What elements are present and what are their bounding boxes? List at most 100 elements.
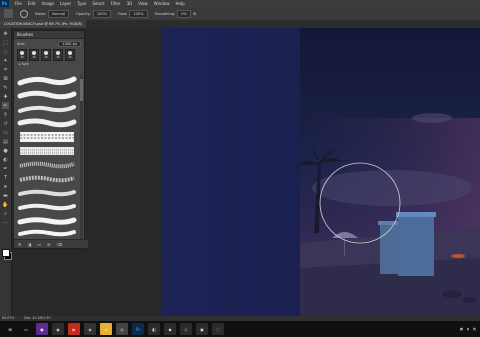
brush-tool-icon[interactable] <box>4 9 13 18</box>
app-icon-4[interactable]: ◈ <box>84 323 96 335</box>
trash-icon[interactable]: ⌫ <box>57 242 63 247</box>
scrollbar-thumb[interactable] <box>80 79 83 101</box>
recent-brush-2[interactable]: 30 <box>29 48 39 61</box>
dodge-icon[interactable]: ◐ <box>2 156 9 163</box>
recent-brush-1[interactable]: 30 <box>17 48 27 61</box>
quick-select-icon[interactable]: ✦ <box>2 57 9 64</box>
menu-select[interactable]: Select <box>92 1 104 6</box>
brush-item[interactable] <box>17 201 77 213</box>
smoothing-label: Smoothing: <box>154 11 176 16</box>
mode-label: Mode: <box>35 11 47 16</box>
menu-file[interactable]: File <box>15 1 22 6</box>
brush-tool-icon-side[interactable]: ✏ <box>2 102 9 109</box>
new-group-icon[interactable]: ▭ <box>37 242 41 247</box>
brushes-panel: Brushes Size: 1000 px 30 30 30 25 25 ▸ K… <box>13 30 88 249</box>
chrome-icon[interactable]: ◍ <box>100 323 112 335</box>
toggle-preview-icon[interactable]: ◨ <box>28 242 32 247</box>
app-icon-2[interactable]: ◉ <box>52 323 64 335</box>
brush-item[interactable] <box>17 187 77 199</box>
blur-icon[interactable]: ● <box>2 147 9 154</box>
crop-tool-icon[interactable]: ⌗ <box>2 66 9 73</box>
brush-list <box>17 75 77 239</box>
brush-item[interactable] <box>17 215 77 227</box>
brush-item[interactable] <box>17 159 77 171</box>
flow-label: Flow: <box>118 11 128 16</box>
menu-filter[interactable]: Filter <box>111 1 121 6</box>
options-bar: Mode: Normal Opacity: 100% Flow: 100% Sm… <box>0 7 480 21</box>
menu-3d[interactable]: 3D <box>127 1 133 6</box>
type-tool-icon[interactable]: T <box>2 174 9 181</box>
windows-start-icon[interactable]: ⊞ <box>4 323 16 335</box>
brush-item[interactable] <box>17 131 77 143</box>
brush-item[interactable] <box>17 103 77 115</box>
recent-brush-3[interactable]: 30 <box>41 48 51 61</box>
menu-bar: Ps File Edit Image Layer Type Select Fil… <box>0 0 480 7</box>
app-icon-1[interactable]: ● <box>36 323 48 335</box>
more-tools-icon[interactable]: ⋯ <box>2 219 9 226</box>
app-icon-12[interactable]: ◌ <box>212 323 224 335</box>
new-brush-icon[interactable]: ⊞ <box>47 242 50 247</box>
brush-item[interactable] <box>17 117 77 129</box>
network-icon[interactable]: ▦ <box>460 327 463 331</box>
brush-item[interactable] <box>17 89 77 101</box>
photoshop-taskbar-icon[interactable]: Ps <box>132 323 144 335</box>
eraser-icon[interactable]: ▭ <box>2 129 9 136</box>
gear-icon[interactable]: ⚙ <box>193 12 196 16</box>
volume-icon[interactable]: ◖ <box>467 327 469 331</box>
menu-view[interactable]: View <box>138 1 148 6</box>
menu-help[interactable]: Help <box>175 1 184 6</box>
app-icon-3[interactable]: ▶ <box>68 323 80 335</box>
path-select-icon[interactable]: ➤ <box>2 183 9 190</box>
document-tab[interactable]: LOCATION BEACH.psd @ 66.7% (Pe, RGB/8) <box>0 20 87 28</box>
task-view-icon[interactable]: ▭ <box>20 323 32 335</box>
move-tool-icon[interactable]: ✥ <box>2 30 9 37</box>
history-brush-icon[interactable]: ↺ <box>2 120 9 127</box>
shape-tool-icon[interactable]: ▬ <box>2 192 9 199</box>
brush-settings-icon[interactable]: ⚙ <box>18 242 22 247</box>
brushes-panel-title: Brushes <box>14 31 84 39</box>
menu-layer[interactable]: Layer <box>60 1 71 6</box>
eyedropper-icon[interactable]: ✎ <box>2 84 9 91</box>
mode-dropdown[interactable]: Normal <box>48 9 70 18</box>
app-icon-9[interactable]: ◆ <box>164 323 176 335</box>
frame-tool-icon[interactable]: ⊠ <box>2 75 9 82</box>
marquee-tool-icon[interactable]: ⬚ <box>2 39 9 46</box>
brushes-panel-footer: ⚙ ◨ ▭ ⊞ ⌫ <box>14 239 88 248</box>
pen-tool-icon[interactable]: ✒ <box>2 165 9 172</box>
recent-brush-presets: 30 30 30 25 25 <box>14 48 84 61</box>
gradient-icon[interactable]: ▤ <box>2 138 9 145</box>
brush-group-header[interactable]: ▸ Kyle <box>14 61 84 67</box>
hand-tool-icon[interactable]: ✋ <box>2 201 9 208</box>
brush-item[interactable] <box>17 227 77 239</box>
system-tray: ▦ ◖ ▤ <box>460 327 476 331</box>
foreground-color-swatch[interactable] <box>2 249 10 257</box>
artwork <box>162 28 480 316</box>
app-icon-11[interactable]: ▣ <box>196 323 208 335</box>
zoom-tool-icon[interactable]: ⌕ <box>2 210 9 217</box>
brush-item[interactable] <box>17 173 77 185</box>
size-field[interactable]: 1000 px <box>58 40 81 47</box>
document-canvas[interactable] <box>162 28 480 316</box>
recent-brush-4[interactable]: 25 <box>53 48 63 61</box>
brush-item[interactable] <box>17 75 77 87</box>
brush-preset-icon[interactable] <box>20 9 28 18</box>
app-icon-10[interactable]: ◇ <box>180 323 192 335</box>
app-icon-6[interactable]: ◎ <box>116 323 128 335</box>
menu-window[interactable]: Window <box>154 1 170 6</box>
windows-taskbar: ⊞ ▭ ● ◉ ▶ ◈ ◍ ◎ Ps ◧ ◆ ◇ ▣ ◌ ▦ ◖ ▤ <box>0 321 480 337</box>
lasso-tool-icon[interactable]: ◌ <box>2 48 9 55</box>
menu-edit[interactable]: Edit <box>28 1 36 6</box>
recent-brush-5[interactable]: 25 <box>65 48 75 61</box>
brush-list-scrollbar[interactable] <box>80 75 83 239</box>
smoothing-field[interactable]: 0% <box>177 9 191 18</box>
menu-image[interactable]: Image <box>41 1 54 6</box>
flow-field[interactable]: 100% <box>129 9 148 18</box>
healing-brush-icon[interactable]: ✚ <box>2 93 9 100</box>
opacity-field[interactable]: 100% <box>92 9 112 18</box>
size-label: Size: <box>17 41 26 46</box>
menu-type[interactable]: Type <box>77 1 86 6</box>
app-icon-8[interactable]: ◧ <box>148 323 160 335</box>
brush-item[interactable] <box>17 145 77 157</box>
notification-icon[interactable]: ▤ <box>473 327 476 331</box>
clone-stamp-icon[interactable]: ⚲ <box>2 111 9 118</box>
